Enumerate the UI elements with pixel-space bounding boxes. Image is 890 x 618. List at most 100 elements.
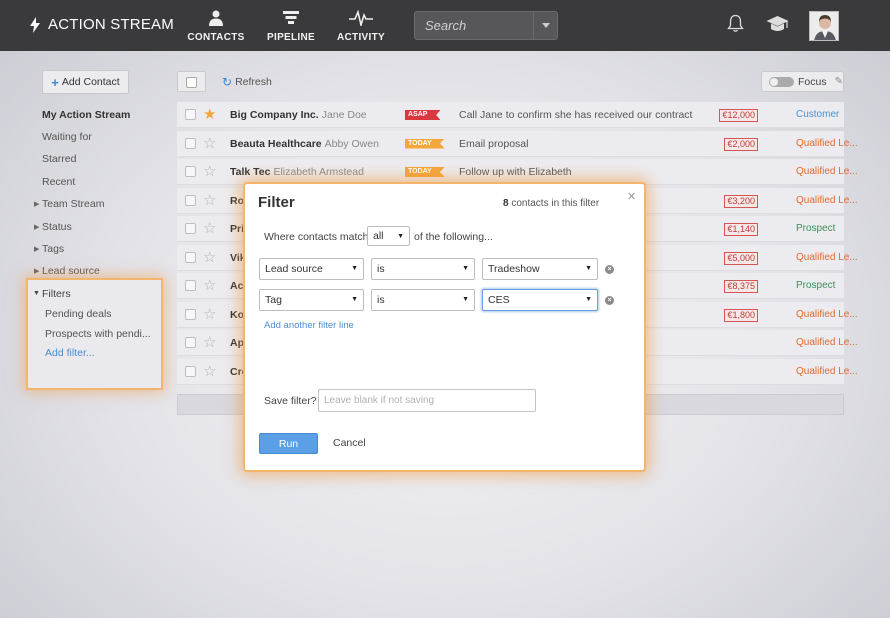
filter-operator-select[interactable]: is ▼ [371,289,475,311]
user-photo-icon [810,12,838,40]
contact-name[interactable]: Vik [230,252,246,264]
run-button[interactable]: Run [259,433,318,454]
next-action[interactable]: Email proposal [459,138,528,150]
row-checkbox[interactable] [185,251,196,263]
table-row[interactable]: ☆ Talk Tec Elizabeth Armstead TODAY Follow u… [177,159,858,185]
search-dropdown[interactable] [533,12,557,39]
add-contact-label: Add Contact [61,76,120,88]
row-checkbox[interactable] [185,365,196,377]
nav-contacts[interactable]: CONTACTS [176,8,256,43]
graduation-cap-icon[interactable] [766,15,789,33]
bell-icon[interactable] [727,14,744,33]
match-select[interactable]: all ▼ [367,226,410,246]
star-icon[interactable]: ☆ [203,219,216,237]
sidebar-item-status[interactable]: ▶ Status [34,221,72,233]
sidebar-item-team-stream[interactable]: ▶ Team Stream [34,198,104,210]
status-badge: Qualified Le... [796,194,858,206]
add-filter-line-link[interactable]: Add another filter line [264,320,354,331]
dialog-title: Filter [258,194,295,211]
filter-item-prospects[interactable]: Prospects with pendi... [45,328,151,340]
filters-panel: ▼ Filters Pending deals Prospects with pe… [28,280,161,388]
activity-icon [349,10,373,26]
star-icon[interactable]: ☆ [203,362,216,380]
star-icon[interactable]: ☆ [203,248,216,266]
row-checkbox[interactable] [185,137,196,149]
row-checkbox[interactable] [185,166,196,177]
contact-name[interactable]: Big Company Inc. Jane Doe [230,109,367,121]
search-input[interactable] [415,18,533,33]
contact-name[interactable]: Beauta Healthcare Abby Owen [230,138,379,150]
chevron-down-icon: ▼ [585,265,592,272]
remove-line-icon[interactable]: × [605,265,614,274]
row-checkbox[interactable] [185,308,196,320]
due-tag: ASAP [405,110,441,120]
caret-right-icon: ▶ [34,224,40,231]
filter-field-select[interactable]: Tag ▼ [259,289,364,311]
table-row[interactable]: ★ Big Company Inc. Jane Doe ASAP Call Jane t… [177,102,844,128]
status-badge: Qualified Le... [796,365,858,377]
refresh-button[interactable]: ↻ Refresh [222,75,272,89]
filter-item-pending-deals[interactable]: Pending deals [45,308,112,320]
chevron-down-icon: ▼ [351,296,358,303]
deal-amount: €5,000 [724,251,758,265]
top-nav-bar: ACTION STREAM CONTACTS PIPELINE ACTIVITY [0,0,890,51]
sidebar-item-waiting-for[interactable]: Waiting for [42,131,92,143]
plus-icon: + [51,74,59,90]
next-action[interactable]: Follow up with Elizabeth [459,166,572,178]
filters-header[interactable]: ▼ Filters [33,288,71,300]
status-badge: Qualified Le... [796,337,858,348]
nav-pipeline-label: PIPELINE [267,32,315,43]
contact-name[interactable]: Ro [230,195,244,207]
search-box[interactable] [414,11,558,40]
deal-amount: €1,800 [724,308,758,322]
add-contact-button[interactable]: + Add Contact [42,70,129,94]
sidebar-item-recent[interactable]: Recent [42,176,75,188]
star-icon[interactable]: ☆ [203,134,216,152]
add-filter-link[interactable]: Add filter... [45,347,95,359]
row-checkbox[interactable] [185,280,196,291]
sidebar-item-lead-source[interactable]: ▶ Lead source [34,265,100,277]
contact-name[interactable]: Pri [230,223,244,235]
app-brand[interactable]: ACTION STREAM [30,16,174,33]
match-count: 8 contacts in this filter [503,198,600,209]
star-icon[interactable]: ☆ [203,305,216,323]
row-checkbox[interactable] [185,109,196,120]
next-action[interactable]: Call Jane to confirm she has received ou… [459,109,692,121]
contact-name[interactable]: Talk Tec Elizabeth Armstead [230,166,364,178]
close-icon[interactable]: ✕ [627,190,636,203]
refresh-icon: ↻ [222,75,233,89]
row-checkbox[interactable] [185,337,196,348]
filter-field-select[interactable]: Lead source ▼ [259,258,364,280]
filter-value-select[interactable]: Tradeshow ▼ [482,258,598,280]
star-icon[interactable]: ★ [203,105,216,123]
filter-operator-select[interactable]: is ▼ [371,258,475,280]
pencil-icon[interactable]: ✎ [835,76,843,87]
nav-activity[interactable]: ACTIVITY [321,8,401,43]
focus-toggle[interactable]: Focus ✎ [761,71,844,92]
star-icon[interactable]: ☆ [203,162,216,180]
row-checkbox[interactable] [185,194,196,206]
sidebar-item-my-action-stream[interactable]: My Action Stream [42,109,130,121]
remove-line-icon[interactable]: × [605,296,614,305]
due-tag: TODAY [405,167,445,177]
star-icon[interactable]: ☆ [203,333,216,351]
chevron-down-icon: ▼ [462,265,469,272]
save-filter-input[interactable] [318,389,536,412]
table-row[interactable]: ☆ Beauta Healthcare Abby Owen TODAY Email pr… [177,130,858,157]
toggle-switch[interactable] [769,76,794,87]
filter-value-select[interactable]: CES ▼ [482,289,598,311]
star-icon[interactable]: ☆ [203,276,216,294]
select-all-checkbox[interactable] [177,71,206,92]
caret-right-icon: ▶ [34,201,40,208]
sidebar-item-tags[interactable]: ▶ Tags [34,243,64,255]
avatar[interactable] [809,11,839,41]
row-checkbox[interactable] [185,223,196,234]
app-title: ACTION STREAM [48,16,174,33]
cancel-button[interactable]: Cancel [333,437,366,449]
deal-amount: €2,000 [724,137,758,151]
match-tail-label: of the following... [414,231,493,243]
nav-pipeline[interactable]: PIPELINE [251,8,331,43]
star-icon[interactable]: ☆ [203,191,216,209]
nav-contacts-label: CONTACTS [187,32,245,43]
sidebar-item-starred[interactable]: Starred [42,153,76,165]
